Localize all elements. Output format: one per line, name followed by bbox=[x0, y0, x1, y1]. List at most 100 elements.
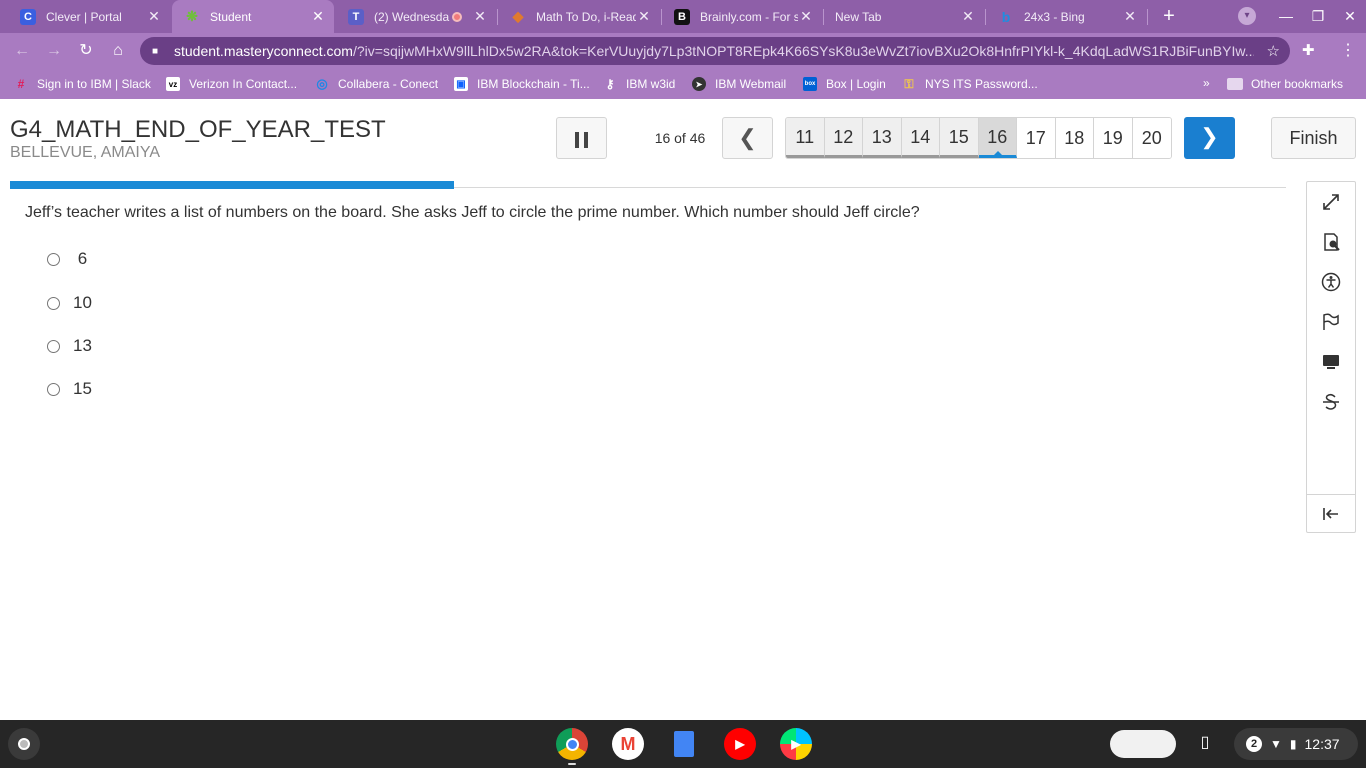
answer-label: 13 bbox=[73, 336, 92, 355]
battery-icon: ▮ bbox=[1289, 737, 1297, 751]
address-bar[interactable]: ■ student.masteryconnect.com/?iv=sqijwMH… bbox=[140, 37, 1290, 65]
radio-button[interactable] bbox=[47, 339, 60, 353]
radio-button[interactable] bbox=[47, 252, 60, 266]
verizon-icon: vz bbox=[166, 77, 180, 91]
url-text: student.masteryconnect.com/?iv=sqijwMHxW… bbox=[174, 43, 1254, 59]
clever-icon: C bbox=[20, 8, 36, 25]
tab-teams[interactable]: T (2) Wednesda ✕ bbox=[336, 0, 496, 33]
virtual-desks-indicator[interactable] bbox=[1110, 730, 1176, 758]
bookmark-collabera[interactable]: ◎ Collabera - Conect bbox=[315, 76, 438, 92]
next-question-button[interactable]: ❯ bbox=[1184, 117, 1235, 159]
bookmark-ibm-blockchain[interactable]: ▣ IBM Blockchain - Ti... bbox=[454, 76, 590, 92]
bookmark-ibm-w3id[interactable]: ⚷ IBM w3id bbox=[603, 76, 676, 92]
tab-iready[interactable]: ◆ Math To Do, i-Read ✕ bbox=[498, 0, 660, 33]
strikethrough-icon[interactable] bbox=[1307, 382, 1355, 422]
back-arrow-icon[interactable]: ← bbox=[12, 41, 32, 61]
more-menu-icon[interactable]: ⋮ bbox=[1340, 40, 1356, 60]
box-icon: box bbox=[803, 77, 817, 91]
answer-option[interactable]: 10 bbox=[47, 293, 92, 313]
question-number-button[interactable]: 20 bbox=[1132, 118, 1171, 158]
os-shelf: M ▶ ▶ ▯ 2 ▼ ▮ 12:37 bbox=[0, 720, 1366, 768]
answer-option[interactable]: 15 bbox=[47, 379, 92, 399]
tab-title: (2) Wednesda bbox=[374, 9, 450, 24]
more-bookmarks-chevron-icon[interactable]: » bbox=[1203, 76, 1210, 90]
finish-button[interactable]: Finish bbox=[1271, 117, 1356, 159]
bookmark-label: IBM Blockchain - Ti... bbox=[477, 77, 590, 91]
tab-search-chevron-icon[interactable]: ▾ bbox=[1238, 7, 1256, 25]
question-number-button[interactable]: 14 bbox=[901, 118, 940, 158]
question-number-button[interactable]: 11 bbox=[786, 118, 825, 158]
folder-icon bbox=[1227, 78, 1243, 90]
collabera-icon: ◎ bbox=[316, 76, 328, 91]
restore-icon[interactable]: ❐ bbox=[1308, 6, 1328, 26]
tab-new-tab[interactable]: New Tab ✕ bbox=[824, 0, 984, 33]
close-icon[interactable]: ✕ bbox=[310, 8, 326, 25]
tab-brainly[interactable]: B Brainly.com - For s ✕ bbox=[662, 0, 822, 33]
previous-question-button[interactable]: ❮ bbox=[722, 117, 773, 159]
chevron-right-icon: ❯ bbox=[1200, 124, 1219, 149]
reload-icon[interactable]: ↻ bbox=[76, 41, 96, 61]
bookmark-star-icon[interactable]: ☆ bbox=[1267, 42, 1280, 60]
recording-icon bbox=[452, 11, 462, 22]
tab-separator bbox=[985, 9, 986, 25]
minimize-icon[interactable]: — bbox=[1276, 6, 1296, 26]
pause-button[interactable] bbox=[556, 117, 607, 159]
status-tray[interactable]: 2 ▼ ▮ 12:37 bbox=[1234, 728, 1358, 760]
bookmark-label: IBM w3id bbox=[626, 77, 676, 91]
close-icon[interactable]: ✕ bbox=[472, 8, 488, 25]
forward-arrow-icon[interactable]: → bbox=[44, 41, 64, 61]
bookmark-ibm-webmail[interactable]: ➤ IBM Webmail bbox=[692, 76, 786, 92]
expand-icon[interactable] bbox=[1307, 182, 1355, 222]
radio-button[interactable] bbox=[47, 296, 60, 310]
question-number-button[interactable]: 15 bbox=[940, 118, 979, 158]
bookmark-verizon[interactable]: vz Verizon In Contact... bbox=[166, 76, 297, 92]
close-icon[interactable]: ✕ bbox=[146, 8, 162, 25]
screen-icon[interactable] bbox=[1307, 342, 1355, 382]
tab-clever[interactable]: C Clever | Portal ✕ bbox=[8, 0, 170, 33]
bookmark-label: Collabera - Conect bbox=[338, 77, 439, 91]
close-icon[interactable]: ✕ bbox=[636, 8, 652, 25]
browser-toolbar: ← → ↻ ⌂ ■ student.masteryconnect.com/?iv… bbox=[0, 33, 1366, 69]
question-number-button-current[interactable]: 16 bbox=[978, 118, 1017, 158]
window-close-icon[interactable]: ✕ bbox=[1340, 6, 1360, 26]
home-icon[interactable]: ⌂ bbox=[108, 41, 128, 61]
bookmark-nys-its[interactable]: ⚿ NYS ITS Password... bbox=[902, 76, 1038, 92]
launcher-button[interactable] bbox=[8, 728, 40, 760]
radio-button[interactable] bbox=[47, 382, 60, 396]
answer-option[interactable]: 13 bbox=[47, 336, 92, 356]
bookmark-other[interactable]: Other bookmarks bbox=[1227, 76, 1343, 92]
question-number-button[interactable]: 13 bbox=[863, 118, 902, 158]
bookmark-label: NYS ITS Password... bbox=[925, 77, 1038, 91]
launcher-icon bbox=[18, 738, 30, 750]
bookmark-slack[interactable]: # Sign in to IBM | Slack bbox=[14, 76, 151, 92]
gmail-icon[interactable]: M bbox=[612, 728, 644, 760]
question-number-button[interactable]: 17 bbox=[1017, 118, 1056, 158]
extensions-puzzle-icon[interactable]: ✚ bbox=[1302, 41, 1315, 59]
masteryconnect-icon: ❋ bbox=[186, 8, 198, 24]
accessibility-icon[interactable] bbox=[1307, 262, 1355, 302]
close-icon[interactable]: ✕ bbox=[1122, 8, 1138, 25]
bookmark-label: Sign in to IBM | Slack bbox=[37, 77, 151, 91]
bookmark-box[interactable]: box Box | Login bbox=[803, 76, 886, 92]
test-page: G4_MATH_END_OF_YEAR_TEST BELLEVUE, AMAIY… bbox=[0, 99, 1366, 720]
play-store-icon[interactable]: ▶ bbox=[780, 728, 812, 760]
slack-icon: # bbox=[17, 77, 25, 91]
new-tab-plus-icon[interactable]: + bbox=[1157, 5, 1181, 29]
flag-icon[interactable] bbox=[1307, 302, 1355, 342]
tab-bing[interactable]: b 24x3 - Bing ✕ bbox=[986, 0, 1146, 33]
question-number-button[interactable]: 19 bbox=[1094, 118, 1133, 158]
magnifier-document-icon[interactable] bbox=[1307, 222, 1355, 262]
answer-option[interactable]: 6 bbox=[47, 249, 87, 269]
question-number-button[interactable]: 12 bbox=[824, 118, 863, 158]
nys-key-icon: ⚿ bbox=[904, 76, 914, 91]
phone-hub-icon[interactable]: ▯ bbox=[1196, 732, 1214, 756]
close-icon[interactable]: ✕ bbox=[798, 8, 814, 25]
chevron-left-icon: ❮ bbox=[738, 125, 757, 150]
docs-icon[interactable] bbox=[668, 728, 700, 760]
question-number-button[interactable]: 18 bbox=[1055, 118, 1094, 158]
collapse-panel-icon[interactable] bbox=[1307, 494, 1355, 534]
youtube-icon[interactable]: ▶ bbox=[724, 728, 756, 760]
close-icon[interactable]: ✕ bbox=[960, 8, 976, 25]
chrome-icon[interactable] bbox=[556, 728, 588, 760]
tab-student[interactable]: ❋ Student ✕ bbox=[172, 0, 334, 33]
